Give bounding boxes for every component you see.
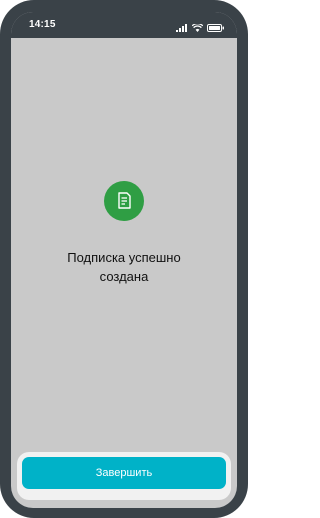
status-bar: 14:15 [11, 12, 237, 38]
success-message-line1: Подписка успешно [67, 250, 181, 265]
wifi-icon [191, 19, 204, 37]
document-icon [118, 192, 131, 209]
finish-button[interactable]: Завершить [22, 457, 226, 489]
status-time: 14:15 [29, 19, 56, 30]
success-message-line2: создана [99, 269, 149, 284]
success-message: Подписка успешно создана [11, 248, 237, 286]
status-icons [176, 19, 225, 37]
battery-icon [207, 19, 225, 37]
success-icon [104, 181, 144, 221]
signal-icon [176, 19, 188, 37]
